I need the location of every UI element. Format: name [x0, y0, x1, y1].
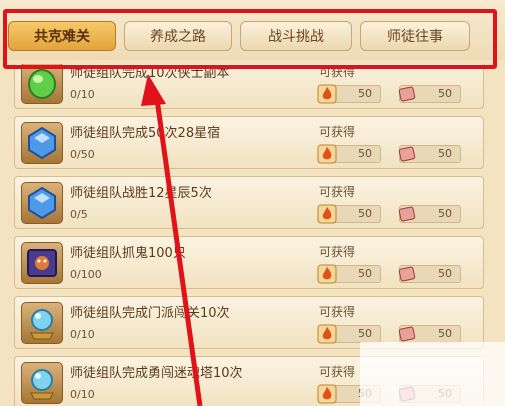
reward-fire: 50 [317, 204, 381, 224]
book-icon [398, 326, 416, 342]
reward-amount: 50 [358, 267, 372, 280]
reward-book: 50 [398, 385, 461, 403]
reward-book: 50 [398, 85, 461, 103]
tab-label: 师徒往事 [387, 29, 443, 45]
reward-amount: 50 [358, 327, 372, 340]
task-row: 师徒组队完成勇闯迷魂塔10次 0/10 可获得 50 50 [14, 356, 484, 406]
tab-label: 战斗挑战 [268, 29, 324, 45]
reward-fire: 50 [317, 264, 381, 284]
blue-gem-icon [21, 122, 63, 164]
reward-amount: 50 [358, 387, 372, 400]
fire-icon [317, 324, 337, 344]
crystal-orb-icon [21, 302, 63, 344]
reward-amount: 50 [438, 387, 452, 400]
reward-label: 可获得 [319, 305, 356, 319]
reward-label: 可获得 [319, 185, 356, 199]
task-row: 师徒组队完成10次侠士副本 0/10 可获得 50 50 [14, 64, 484, 109]
reward-amount: 50 [358, 147, 372, 160]
task-progress: 0/5 [70, 208, 88, 221]
task-title: 师徒组队战胜12星辰5次 [70, 186, 212, 201]
fire-icon [317, 264, 337, 284]
book-icon [398, 206, 416, 222]
reward-fire: 50 [317, 84, 381, 104]
task-row: 师徒组队抓鬼100只 0/100 可获得 50 50 [14, 236, 484, 289]
reward-amount: 50 [438, 207, 452, 220]
fire-icon [317, 144, 337, 164]
task-row: 师徒组队完成50次28星宿 0/50 可获得 50 50 [14, 116, 484, 169]
reward-amount: 50 [358, 87, 372, 100]
task-progress: 0/10 [70, 328, 95, 341]
task-list[interactable]: 师徒组队完成10次侠士副本 0/10 可获得 50 50 师徒组队完成50次28… [14, 64, 484, 406]
tab-shi-tu-wang-shi[interactable]: 师徒往事 [360, 21, 470, 51]
book-icon [398, 86, 416, 102]
task-title: 师徒组队完成50次28星宿 [70, 126, 221, 141]
tab-gong-ke-nan-guan[interactable]: 共克难关 [8, 21, 116, 51]
task-title: 师徒组队完成10次侠士副本 [70, 66, 230, 81]
task-title: 师徒组队抓鬼100只 [70, 246, 186, 261]
reward-book: 50 [398, 265, 461, 283]
reward-book: 50 [398, 325, 461, 343]
fire-icon [317, 84, 337, 104]
reward-fire: 50 [317, 384, 381, 404]
reward-book: 50 [398, 145, 461, 163]
task-progress: 0/50 [70, 148, 95, 161]
tab-bar: 共克难关 养成之路 战斗挑战 师徒往事 [0, 0, 505, 60]
reward-label: 可获得 [319, 245, 356, 259]
reward-label: 可获得 [319, 365, 356, 379]
reward-amount: 50 [438, 87, 452, 100]
ghost-book-icon [21, 242, 63, 284]
tab-label: 养成之路 [150, 29, 206, 45]
book-icon [398, 146, 416, 162]
green-gem-icon [21, 64, 63, 104]
reward-amount: 50 [358, 207, 372, 220]
book-icon [398, 266, 416, 282]
reward-fire: 50 [317, 144, 381, 164]
tab-yang-cheng-zhi-lu[interactable]: 养成之路 [124, 21, 232, 51]
reward-amount: 50 [438, 147, 452, 160]
tab-label: 共克难关 [34, 29, 90, 45]
task-title: 师徒组队完成门派闯关10次 [70, 306, 230, 321]
task-progress: 0/10 [70, 88, 95, 101]
task-progress: 0/100 [70, 268, 102, 281]
task-row: 师徒组队战胜12星辰5次 0/5 可获得 50 50 [14, 176, 484, 229]
reward-amount: 50 [438, 327, 452, 340]
reward-label: 可获得 [319, 125, 356, 139]
fire-icon [317, 204, 337, 224]
reward-fire: 50 [317, 324, 381, 344]
task-row: 师徒组队完成门派闯关10次 0/10 可获得 50 50 [14, 296, 484, 349]
fire-icon [317, 384, 337, 404]
reward-amount: 50 [438, 267, 452, 280]
crystal-orb-icon [21, 362, 63, 404]
task-progress: 0/10 [70, 388, 95, 401]
reward-label: 可获得 [319, 65, 356, 79]
book-icon [398, 386, 416, 402]
blue-gem-icon [21, 182, 63, 224]
tab-zhan-dou-tiao-zhan[interactable]: 战斗挑战 [240, 21, 352, 51]
task-title: 师徒组队完成勇闯迷魂塔10次 [70, 366, 243, 381]
reward-book: 50 [398, 205, 461, 223]
